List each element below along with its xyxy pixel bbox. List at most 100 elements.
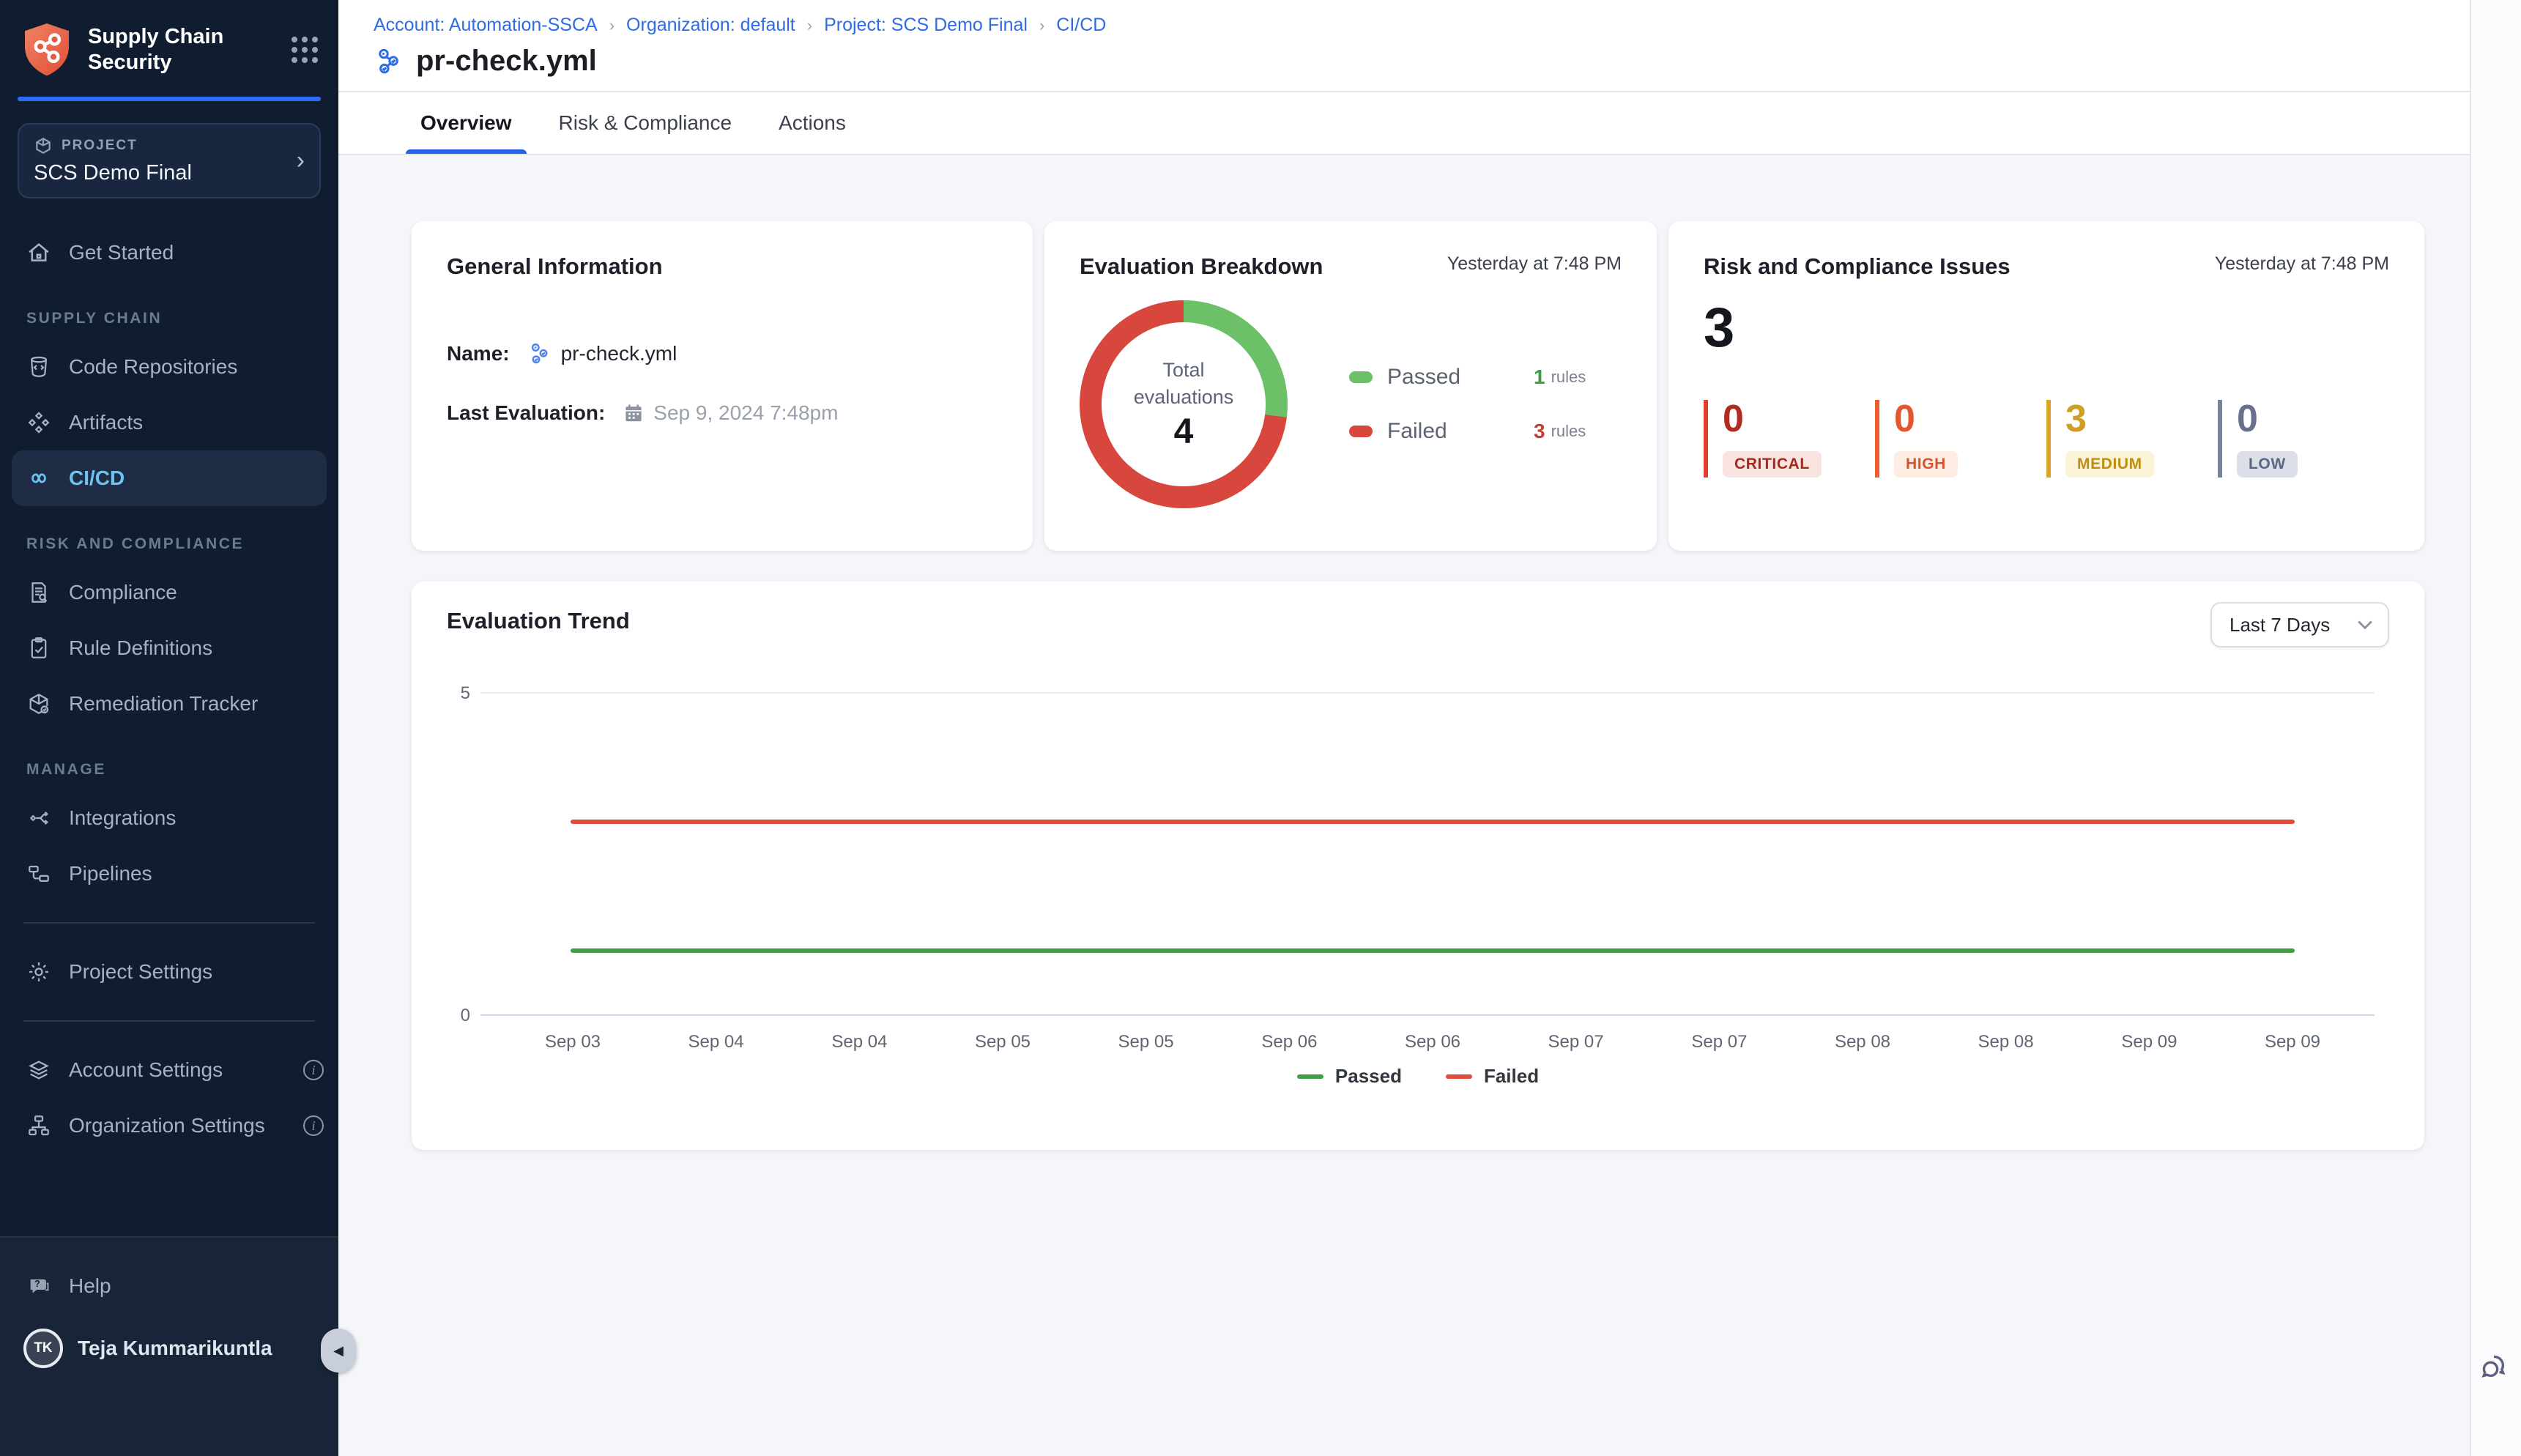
chevron-down-icon — [2357, 620, 2373, 630]
tab-risk-and-compliance[interactable]: Risk & Compliance — [541, 92, 750, 154]
sidebar-item-rule-definitions[interactable]: Rule Definitions — [0, 620, 338, 676]
breadcrumb-separator: › — [807, 16, 812, 35]
sidebar-item-remediation-tracker[interactable]: Remediation Tracker — [0, 676, 338, 732]
account-settings-layers-icon — [26, 1058, 51, 1082]
evaluations-donut-chart: Total evaluations 4 — [1080, 300, 1288, 508]
critical-count: 0 — [1723, 400, 1875, 438]
failed-swatch — [1349, 426, 1373, 437]
project-selector-label: PROJECT — [62, 138, 138, 154]
sidebar-item-integrations[interactable]: Integrations — [0, 790, 338, 846]
breadcrumb-account[interactable]: Account: Automation-SSCA — [374, 15, 598, 36]
sidebar-item-organization-settings[interactable]: Organization Settings i — [0, 1098, 338, 1154]
svg-text:Sep 08: Sep 08 — [1835, 1032, 1890, 1052]
svg-text:Sep 07: Sep 07 — [1548, 1032, 1604, 1052]
card-title: Evaluation Trend — [447, 608, 2389, 634]
app-title: Supply Chain Security — [88, 24, 277, 75]
passed-rules-count: 1 — [1534, 365, 1545, 389]
supply-chain-security-logo-icon — [21, 21, 73, 79]
svg-text:Sep 06: Sep 06 — [1405, 1032, 1460, 1052]
passed-line-swatch — [1297, 1074, 1323, 1079]
total-evaluations-value: 4 — [1174, 412, 1194, 452]
cicd-infinity-icon — [26, 466, 51, 491]
svg-text:Sep 09: Sep 09 — [2121, 1032, 2177, 1052]
project-selector[interactable]: PROJECT SCS Demo Final › — [18, 123, 321, 198]
legend-item-passed: Passed — [1297, 1065, 1402, 1088]
pipeline-icon — [374, 46, 404, 77]
breadcrumb-organization[interactable]: Organization: default — [626, 15, 795, 36]
tab-bar: Overview Risk & Compliance Actions — [338, 92, 2470, 155]
project-selector-name: SCS Demo Final — [34, 161, 297, 185]
card-title: Evaluation Breakdown — [1080, 253, 1323, 280]
cube-icon — [34, 136, 53, 155]
organization-settings-icon — [26, 1113, 51, 1138]
severity-critical: 0 CRITICAL — [1704, 400, 1875, 478]
passed-swatch — [1349, 371, 1373, 383]
last-evaluation-label: Last Evaluation: — [447, 401, 605, 425]
sidebar-item-code-repositories[interactable]: Code Repositories — [0, 339, 338, 395]
trend-legend: Passed Failed — [447, 1065, 2389, 1088]
tab-overview[interactable]: Overview — [403, 92, 530, 154]
chat-support-icon[interactable] — [2479, 1349, 2514, 1390]
page-title: pr-check.yml — [416, 45, 597, 78]
donut-center-label: Total — [1134, 357, 1234, 383]
svg-text:Sep 04: Sep 04 — [688, 1032, 744, 1052]
artifacts-icon — [26, 410, 51, 435]
sidebar-item-help[interactable]: ? Help — [0, 1258, 338, 1314]
right-rail — [2470, 0, 2521, 1456]
breadcrumb-separator: › — [1039, 16, 1044, 35]
severity-breakdown: 0 CRITICAL 0 HIGH 3 MEDIUM — [1704, 400, 2389, 478]
svg-text:Sep 06: Sep 06 — [1261, 1032, 1317, 1052]
risk-and-compliance-card: Risk and Compliance Issues Yesterday at … — [1668, 221, 2424, 551]
svg-text:Sep 03: Sep 03 — [545, 1032, 601, 1052]
svg-text:?: ? — [34, 1278, 40, 1289]
remediation-tracker-box-icon — [26, 691, 51, 716]
main-area: Account: Automation-SSCA › Organization:… — [338, 0, 2521, 1456]
evaluation-trend-chart: 5 0 Sep 03 Sep 04 Sep 04 Sep 05 Sep 05 S… — [447, 666, 2391, 1059]
sidebar-item-artifacts[interactable]: Artifacts — [0, 395, 338, 450]
failed-line-swatch — [1446, 1074, 1472, 1079]
sidebar-header: Supply Chain Security — [0, 0, 338, 97]
sidebar-divider — [23, 1020, 315, 1022]
low-count: 0 — [2237, 400, 2389, 438]
info-icon[interactable]: i — [303, 1115, 324, 1136]
legend-item-failed: Failed 3 rules — [1349, 419, 1622, 444]
user-menu[interactable]: TK Teja Kummarikuntla — [0, 1314, 338, 1368]
donut-legend: Passed 1 rules Failed 3 rules — [1288, 365, 1622, 444]
tab-actions[interactable]: Actions — [761, 92, 864, 154]
high-count: 0 — [1894, 400, 2046, 438]
time-range-value: Last 7 Days — [2229, 614, 2330, 636]
sidebar-item-compliance[interactable]: Compliance — [0, 565, 338, 620]
gear-icon — [26, 959, 51, 984]
high-badge: HIGH — [1894, 451, 1958, 478]
total-issues-value: 3 — [1704, 300, 2389, 356]
app-switcher-grid-icon[interactable] — [292, 37, 318, 63]
sidebar-item-project-settings[interactable]: Project Settings — [0, 944, 338, 1000]
medium-badge: MEDIUM — [2065, 451, 2154, 478]
code-repository-icon — [26, 354, 51, 379]
svg-text:Sep 08: Sep 08 — [1978, 1032, 2034, 1052]
time-range-dropdown[interactable]: Last 7 Days — [2210, 602, 2389, 647]
chevron-right-icon: › — [297, 146, 305, 175]
breadcrumb-project[interactable]: Project: SCS Demo Final — [824, 15, 1028, 36]
calendar-icon — [623, 402, 645, 424]
severity-medium: 3 MEDIUM — [2046, 400, 2218, 478]
svg-text:Sep 05: Sep 05 — [1118, 1032, 1174, 1052]
breadcrumb-cicd[interactable]: CI/CD — [1056, 15, 1106, 36]
compliance-document-icon — [26, 580, 51, 605]
svg-text:Sep 09: Sep 09 — [2265, 1032, 2320, 1052]
severity-low: 0 LOW — [2218, 400, 2389, 478]
name-label: Name: — [447, 342, 510, 365]
sidebar-nav: Get Started SUPPLY CHAIN Code Repositori… — [0, 225, 338, 1154]
critical-badge: CRITICAL — [1723, 451, 1822, 478]
sidebar-collapse-handle[interactable]: ◀ — [321, 1329, 356, 1373]
severity-high: 0 HIGH — [1875, 400, 2046, 478]
sidebar-item-cicd[interactable]: CI/CD — [12, 450, 327, 506]
svg-text:Sep 05: Sep 05 — [975, 1032, 1031, 1052]
sidebar-divider — [23, 922, 315, 924]
info-icon[interactable]: i — [303, 1060, 324, 1080]
sidebar-item-get-started[interactable]: Get Started — [0, 225, 338, 281]
failed-rules-count: 3 — [1534, 420, 1545, 443]
sidebar-item-account-settings[interactable]: Account Settings i — [0, 1042, 338, 1098]
pipeline-icon — [527, 341, 552, 366]
sidebar-item-pipelines[interactable]: Pipelines — [0, 846, 338, 902]
